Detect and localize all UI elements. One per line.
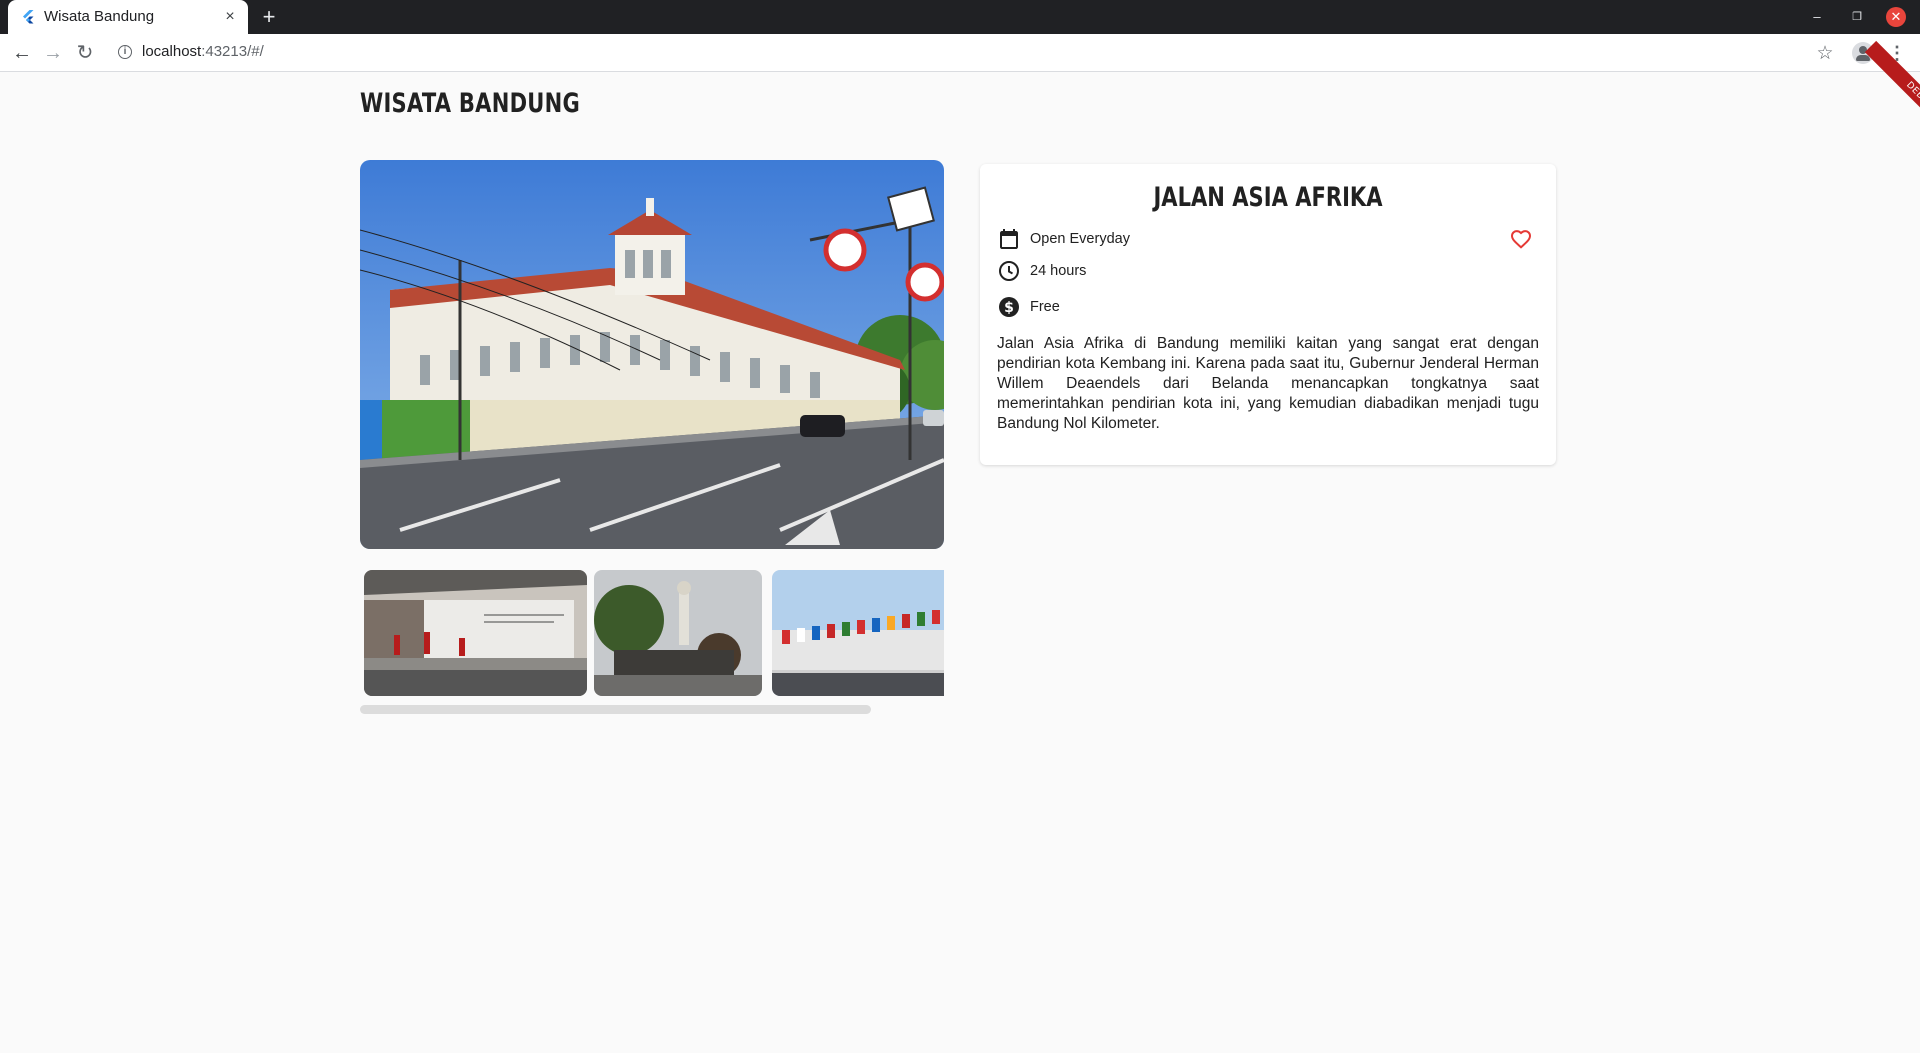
- gallery-thumbnail[interactable]: [594, 570, 762, 696]
- asia-afrika-monument-image: [594, 570, 762, 696]
- bookmark-star-icon[interactable]: ☆: [1813, 41, 1837, 65]
- site-info-icon[interactable]: i: [118, 45, 132, 59]
- open-days-text: Open Everyday: [1030, 231, 1130, 247]
- maximize-button[interactable]: ❐: [1845, 6, 1869, 28]
- gallery-scrollbar[interactable]: [360, 705, 944, 714]
- ticket-price-row: $ Free: [997, 294, 1060, 320]
- street-photo-image: [360, 160, 944, 549]
- favorite-button[interactable]: [1506, 224, 1536, 254]
- reload-icon[interactable]: ↻: [72, 40, 98, 66]
- gallery-scrollbar-thumb[interactable]: [360, 705, 871, 714]
- back-arrow-icon[interactable]: ←: [9, 40, 35, 66]
- ticket-price-text: Free: [1030, 299, 1060, 315]
- museum-interior-image: [364, 570, 587, 696]
- main-photo: [360, 160, 944, 549]
- page-title: WISATA BANDUNG: [360, 88, 581, 119]
- calendar-icon: [1000, 229, 1018, 249]
- clock-icon: [999, 261, 1019, 281]
- new-tab-button[interactable]: +: [256, 5, 282, 31]
- tab-close-icon[interactable]: ×: [220, 7, 240, 27]
- address-bar[interactable]: i localhost:43213/#/: [108, 38, 1776, 67]
- open-days-row: Open Everyday: [997, 226, 1130, 252]
- open-hours-text: 24 hours: [1030, 263, 1087, 279]
- place-description: Jalan Asia Afrika di Bandung memiliki ka…: [997, 335, 1539, 432]
- gallery-thumbnail[interactable]: [772, 570, 944, 696]
- browser-toolbar: ← → ↻ i localhost:43213/#/: [0, 34, 1920, 72]
- url-host: localhost: [142, 43, 202, 60]
- close-window-button[interactable]: ✕: [1886, 7, 1906, 27]
- gallery-strip[interactable]: [360, 570, 944, 696]
- detail-card: JALAN ASIA AFRIKA Open Everyday 24 hours…: [980, 164, 1556, 465]
- browser-tab-bar: Wisata Bandung × + – ❐ ✕: [0, 0, 1920, 34]
- flags-row-image: [772, 570, 944, 696]
- forward-arrow-icon[interactable]: →: [40, 40, 66, 66]
- svg-text:$: $: [1004, 300, 1014, 316]
- url-text[interactable]: localhost:43213/#/: [142, 43, 264, 60]
- place-name: JALAN ASIA AFRIKA: [1153, 182, 1383, 213]
- heart-outline-icon: [1510, 230, 1532, 249]
- browser-tab[interactable]: Wisata Bandung ×: [8, 0, 248, 34]
- url-path: :43213/#/: [201, 43, 264, 60]
- minimize-button[interactable]: –: [1805, 6, 1829, 28]
- gallery-thumbnail[interactable]: [364, 570, 587, 696]
- tab-title: Wisata Bandung: [44, 8, 155, 25]
- open-hours-row: 24 hours: [997, 258, 1086, 284]
- flutter-favicon-icon: [23, 10, 34, 24]
- money-icon: $: [999, 297, 1019, 317]
